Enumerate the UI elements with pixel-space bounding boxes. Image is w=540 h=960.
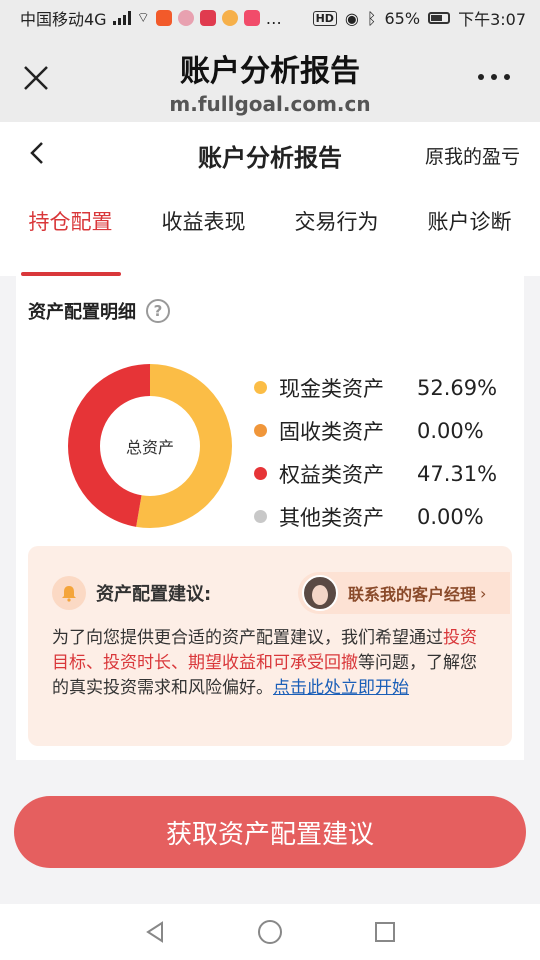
legend-value: 52.69% [417,375,498,400]
nav-home-icon[interactable] [257,919,283,945]
system-navigation-bar [0,904,540,960]
tab-returns[interactable]: 收益表现 [144,184,264,276]
legend-dot [254,510,267,523]
legend-name: 现金类资产 [279,376,384,401]
legend-dot [254,381,267,394]
more-notifications-icon: … [265,8,282,28]
carrier-label: 中国移动4G [20,10,107,29]
advice-panel: 资产配置建议: 联系我的客户经理 › 为了向您提供更合适的资产配置建议，我们希望… [28,546,512,746]
more-icon[interactable] [478,74,510,80]
bell-icon [52,576,86,610]
app-notification-icon [221,10,238,26]
allocation-legend: 现金类资产 52.69% 固收类资产 0.00% 权益类资产 47.31% 其他… [254,366,497,538]
advice-text: 为了向您提供更合适的资产配置建议，我们希望通过 [52,628,443,648]
avatar [302,575,338,611]
donut-center-label: 总资产 [125,438,174,457]
tab-holdings[interactable]: 持仓配置 [11,184,131,276]
eye-icon: ◉ [344,8,359,28]
signal-icon [112,11,131,25]
legend-item: 现金类资产 52.69% [254,366,497,409]
chevron-right-icon: › [480,583,487,603]
legend-value: 0.00% [417,418,484,443]
contact-manager-button[interactable]: 联系我的客户经理 › [298,572,510,614]
app-notification-icon [243,10,260,26]
battery-percent: 65% [384,8,421,28]
bluetooth-icon: ᛒ [366,8,377,28]
browser-title: 账户分析报告 [180,54,360,89]
help-icon[interactable]: ? [146,299,170,323]
legend-name: 其他类资产 [279,505,384,530]
start-now-link[interactable]: 点击此处立即开始 [273,678,409,698]
status-bar: 中国移动4G ⌔ … HD ◉ ᛒ 65% 下午3:07 [0,0,540,36]
nav-back-icon[interactable] [143,920,167,944]
hd-badge: HD [312,10,337,26]
tab-bar: 持仓配置 收益表现 交易行为 账户诊断 [0,184,540,276]
advice-body: 为了向您提供更合适的资产配置建议，我们希望通过投资目标、投资时长、期望收益和可承… [52,626,488,701]
nav-recents-icon[interactable] [373,920,397,944]
advice-title: 资产配置建议: [96,584,212,605]
legend-value: 0.00% [417,504,484,529]
contact-manager-label: 联系我的客户经理 [348,585,477,604]
get-allocation-advice-button[interactable]: 获取资产配置建议 [14,796,526,868]
clock: 下午3:07 [458,10,526,29]
tab-trading[interactable]: 交易行为 [277,184,397,276]
original-pnl-link[interactable]: 原我的盈亏 [425,142,520,169]
legend-name: 权益类资产 [279,462,384,487]
allocation-title-text: 资产配置明细 [28,302,136,323]
page-header: 账户分析报告 原我的盈亏 [0,122,540,184]
allocation-card: 资产配置明细 ? 总资产 现金类资产 52.69% 固收类资产 0.00% 权益… [16,276,524,760]
legend-item: 权益类资产 47.31% [254,452,497,495]
wifi-icon: ⌔ [136,10,150,26]
legend-dot [254,467,267,480]
app-notification-icon [177,10,194,26]
browser-url: m.fullgoal.com.cn [169,92,371,116]
legend-dot [254,424,267,437]
tab-diagnosis[interactable]: 账户诊断 [410,184,530,276]
allocation-title: 资产配置明细 ? [28,298,170,324]
legend-item: 其他类资产 0.00% [254,495,497,538]
battery-icon [428,12,451,24]
app-notification-icon [199,10,216,26]
app-notification-icon [155,10,172,26]
legend-name: 固收类资产 [279,419,384,444]
legend-item: 固收类资产 0.00% [254,409,497,452]
legend-value: 47.31% [417,461,498,486]
browser-bar: 账户分析报告 m.fullgoal.com.cn [0,36,540,122]
